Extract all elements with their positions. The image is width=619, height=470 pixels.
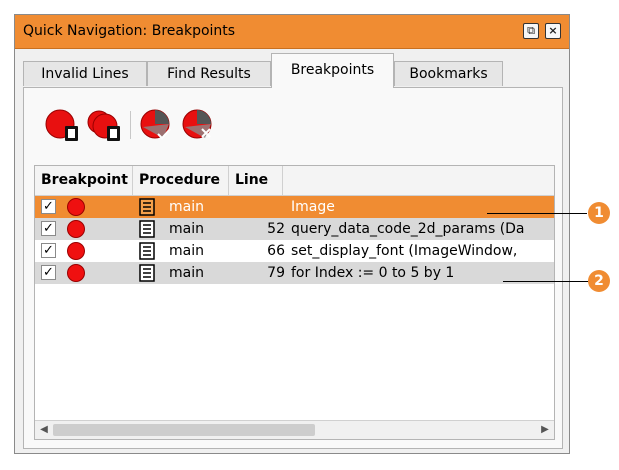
line-number: 52: [267, 221, 285, 237]
breakpoint-icon: [67, 242, 85, 260]
breakpoints-table: Breakpoint Procedure Line ✓ main Image ✓: [34, 165, 555, 440]
tab-bar: Invalid Lines Find Results Breakpoints B…: [15, 53, 569, 88]
breakpoints-tab-content: Breakpoint Procedure Line ✓ main Image ✓: [23, 87, 563, 449]
table-row[interactable]: ✓ main 66 set_display_font (ImageWindow,: [35, 240, 554, 262]
scrollbar-thumb[interactable]: [53, 424, 315, 436]
code-text: Image: [291, 199, 335, 215]
procedure-icon: [139, 264, 155, 282]
title-bar[interactable]: Quick Navigation: Breakpoints ⧉ ×: [15, 15, 569, 49]
line-number: 79: [267, 265, 285, 281]
code-text: set_display_font (ImageWindow,: [291, 243, 518, 259]
callout-badge-2: 2: [588, 270, 610, 292]
table-row[interactable]: ✓ main 79 for Index := 0 to 5 by 1: [35, 262, 554, 284]
activate-all-breakpoints-icon[interactable]: [44, 107, 80, 143]
deactivate-all-breakpoints-icon[interactable]: [86, 107, 122, 143]
line-number: 66: [267, 243, 285, 259]
quick-navigation-panel: Quick Navigation: Breakpoints ⧉ × Invali…: [14, 14, 570, 454]
clear-breakpoint-icon[interactable]: [180, 107, 216, 143]
procedure-icon: [139, 242, 155, 260]
breakpoint-icon: [67, 198, 85, 216]
tab-breakpoints[interactable]: Breakpoints: [271, 53, 394, 88]
tab-invalid-lines[interactable]: Invalid Lines: [23, 61, 147, 86]
procedure-name: main: [169, 243, 204, 259]
breakpoint-icon: [67, 220, 85, 238]
close-icon[interactable]: ×: [545, 23, 561, 39]
scroll-left-icon[interactable]: ◀: [36, 422, 52, 438]
breakpoint-icon: [67, 264, 85, 282]
callout-line-2: [503, 281, 589, 282]
procedure-name: main: [169, 221, 204, 237]
horizontal-scrollbar[interactable]: ◀ ▶: [35, 420, 554, 439]
procedure-name: main: [169, 199, 204, 215]
tab-find-results[interactable]: Find Results: [147, 61, 271, 86]
procedure-name: main: [169, 265, 204, 281]
scroll-right-icon[interactable]: ▶: [537, 422, 553, 438]
breakpoint-checkbox[interactable]: ✓: [41, 221, 56, 236]
callout-badge-1: 1: [588, 202, 610, 224]
table-header: Breakpoint Procedure Line: [35, 166, 554, 196]
procedure-icon: [139, 220, 155, 238]
breakpoint-checkbox[interactable]: ✓: [41, 265, 56, 280]
window-title: Quick Navigation: Breakpoints: [23, 23, 236, 39]
procedure-icon: [139, 198, 155, 216]
breakpoint-checkbox[interactable]: ✓: [41, 243, 56, 258]
code-text: for Index := 0 to 5 by 1: [291, 265, 455, 281]
table-row[interactable]: ✓ main 52 query_data_code_2d_params (Da: [35, 218, 554, 240]
table-row[interactable]: ✓ main Image: [35, 196, 554, 218]
toolbar-separator: [130, 111, 131, 139]
tab-bookmarks[interactable]: Bookmarks: [394, 61, 503, 86]
column-procedure[interactable]: Procedure: [133, 166, 229, 195]
float-icon[interactable]: ⧉: [523, 23, 539, 39]
breakpoint-checkbox[interactable]: ✓: [41, 199, 56, 214]
code-text: query_data_code_2d_params (Da: [291, 221, 525, 237]
column-line[interactable]: Line: [229, 166, 283, 195]
enable-breakpoint-icon[interactable]: [138, 107, 174, 143]
callout-line-1: [487, 213, 587, 214]
line-number: [235, 196, 285, 218]
column-breakpoint[interactable]: Breakpoint: [35, 166, 133, 195]
